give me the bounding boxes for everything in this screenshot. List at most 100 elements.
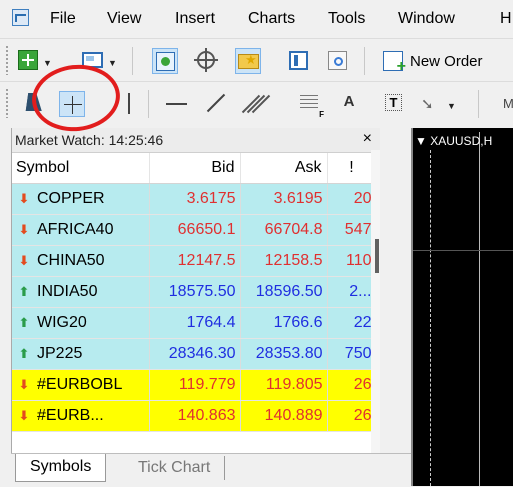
table-row[interactable]: ⬆ JP225 28346.30 28353.80 750: [12, 338, 377, 370]
crosshair-tool-button[interactable]: [59, 91, 85, 117]
market-watch-button[interactable]: [152, 48, 178, 74]
symbol-cell[interactable]: ⬇ #EURBOBL: [12, 369, 150, 401]
line-studies-toolbar: A T ➘ ▼ M: [0, 81, 513, 129]
symbol-cell[interactable]: ⬆ JP225: [12, 338, 150, 370]
periodicity-label[interactable]: M: [503, 96, 513, 111]
crosshair-target-icon: [194, 48, 218, 72]
app-icon[interactable]: [12, 9, 29, 26]
bid-cell: 140.863: [149, 400, 241, 432]
profiles-icon: [82, 52, 103, 68]
table-header-row: Symbol Bid Ask !: [12, 153, 377, 184]
vertical-line-button[interactable]: [116, 91, 142, 117]
table-row[interactable]: ⬆ WIG20 1764.4 1766.6 22: [12, 307, 377, 339]
symbol-cell[interactable]: ⬇ #EURB...: [12, 400, 150, 432]
horizontal-line-button[interactable]: [164, 91, 190, 117]
spread-cell: 2...: [327, 276, 377, 308]
chart-symbol: XAUUSD,H: [430, 134, 493, 148]
symbol-cell[interactable]: ⬇ COPPER: [12, 183, 150, 215]
arrow-down-icon: ⬇: [18, 377, 30, 392]
tab-symbols[interactable]: Symbols: [15, 454, 107, 482]
menu-bar: File View Insert Charts Tools Window H: [0, 0, 513, 38]
navigator-button[interactable]: [235, 48, 261, 74]
chart-period-separator: [430, 150, 431, 486]
menu-charts[interactable]: Charts: [248, 10, 295, 28]
text-tool-button[interactable]: A: [336, 91, 362, 117]
menu-view[interactable]: View: [107, 10, 141, 28]
column-header-symbol[interactable]: Symbol: [12, 153, 150, 184]
toolbar-grip[interactable]: [5, 88, 9, 118]
profiles-button[interactable]: [80, 48, 106, 74]
market-watch-icon: [156, 52, 175, 71]
equidistant-channel-icon: [241, 93, 271, 115]
menu-insert[interactable]: Insert: [175, 10, 215, 28]
arrows-button[interactable]: ➘: [420, 91, 446, 117]
trendline-button[interactable]: [203, 91, 229, 117]
arrow-down-icon: ⬇: [18, 191, 30, 206]
tab-tick-chart[interactable]: Tick Chart: [124, 456, 226, 480]
toolbar-separator: [478, 90, 479, 118]
channel-button[interactable]: [241, 91, 271, 117]
arrow-down-icon: ⬇: [18, 253, 30, 268]
symbol-name: JP225: [37, 345, 83, 362]
market-watch-table: Symbol Bid Ask ! ⬇ COPPER 3.6175 3.6195 20 ⬇ A…: [12, 153, 377, 432]
table-row[interactable]: ⬆ INDIA50 18575.50 18596.50 2...: [12, 276, 377, 308]
standard-toolbar: ▼ ▼ New Order: [0, 38, 513, 82]
menu-help[interactable]: H: [500, 10, 512, 28]
spread-cell: 26: [327, 400, 377, 432]
bid-cell: 66650.1: [149, 214, 241, 246]
chart-window[interactable]: ▼ XAUUSD,H: [411, 128, 513, 486]
symbol-name: AFRICA40: [37, 221, 114, 238]
symbol-cell[interactable]: ⬇ CHINA50: [12, 245, 150, 277]
ask-cell: 3.6195: [240, 183, 328, 215]
table-row[interactable]: ⬇ COPPER 3.6175 3.6195 20: [12, 183, 377, 215]
arrow-down-icon: ⬇: [18, 408, 30, 423]
toolbar-separator: [148, 90, 149, 118]
symbol-name: #EURB...: [37, 407, 104, 424]
text-label-button[interactable]: T: [381, 91, 407, 117]
column-header-spread[interactable]: !: [327, 153, 377, 184]
horizontal-line-icon: [166, 103, 187, 105]
menu-file[interactable]: File: [50, 10, 76, 28]
arrows-dropdown[interactable]: ▼: [447, 101, 456, 111]
menu-window[interactable]: Window: [398, 10, 455, 28]
toolbar-grip[interactable]: [5, 45, 9, 75]
fibonacci-button[interactable]: [296, 91, 324, 119]
table-row[interactable]: ⬇ #EURB... 140.863 140.889 26: [12, 400, 377, 432]
symbol-cell[interactable]: ⬆ INDIA50: [12, 276, 150, 308]
scrollbar-thumb[interactable]: [375, 239, 379, 273]
symbol-cell[interactable]: ⬇ AFRICA40: [12, 214, 150, 246]
new-order-label: New Order: [410, 52, 483, 70]
scrollbar-track[interactable]: [371, 150, 380, 460]
new-order-button[interactable]: New Order: [377, 47, 489, 76]
cursor-icon: [25, 93, 45, 111]
vertical-line-icon: [128, 93, 130, 114]
text-icon: A: [343, 93, 355, 110]
close-icon[interactable]: ×: [363, 130, 372, 148]
new-chart-icon: [18, 50, 38, 70]
bid-cell: 18575.50: [149, 276, 241, 308]
strategy-tester-icon: [328, 51, 347, 70]
cursor-tool-button[interactable]: [24, 91, 50, 117]
strategy-tester-button[interactable]: [325, 48, 351, 74]
column-header-ask[interactable]: Ask: [240, 153, 328, 184]
terminal-button[interactable]: [286, 48, 312, 74]
market-watch-header: Market Watch: 14:25:46 ×: [12, 128, 380, 153]
symbol-cell[interactable]: ⬆ WIG20: [12, 307, 150, 339]
bid-cell: 28346.30: [149, 338, 241, 370]
table-row[interactable]: ⬇ AFRICA40 66650.1 66704.8 547: [12, 214, 377, 246]
column-header-bid[interactable]: Bid: [149, 153, 241, 184]
folder-star-icon: [238, 52, 259, 69]
profiles-dropdown[interactable]: ▼: [108, 58, 117, 68]
new-chart-button[interactable]: [15, 48, 41, 74]
menu-tools[interactable]: Tools: [328, 10, 365, 28]
table-row[interactable]: ⬇ #EURBOBL 119.779 119.805 26: [12, 369, 377, 401]
arrow-up-icon: ⬆: [18, 346, 30, 361]
table-row[interactable]: ⬇ CHINA50 12147.5 12158.5 110: [12, 245, 377, 277]
symbol-name: COPPER: [37, 190, 105, 207]
data-window-button[interactable]: [194, 48, 220, 74]
ask-cell: 28353.80: [240, 338, 328, 370]
arrow-down-icon: ⬇: [18, 222, 30, 237]
new-chart-dropdown[interactable]: ▼: [43, 58, 52, 68]
market-watch-title: Market Watch: 14:25:46: [15, 132, 164, 148]
toolbar-separator: [364, 47, 365, 75]
